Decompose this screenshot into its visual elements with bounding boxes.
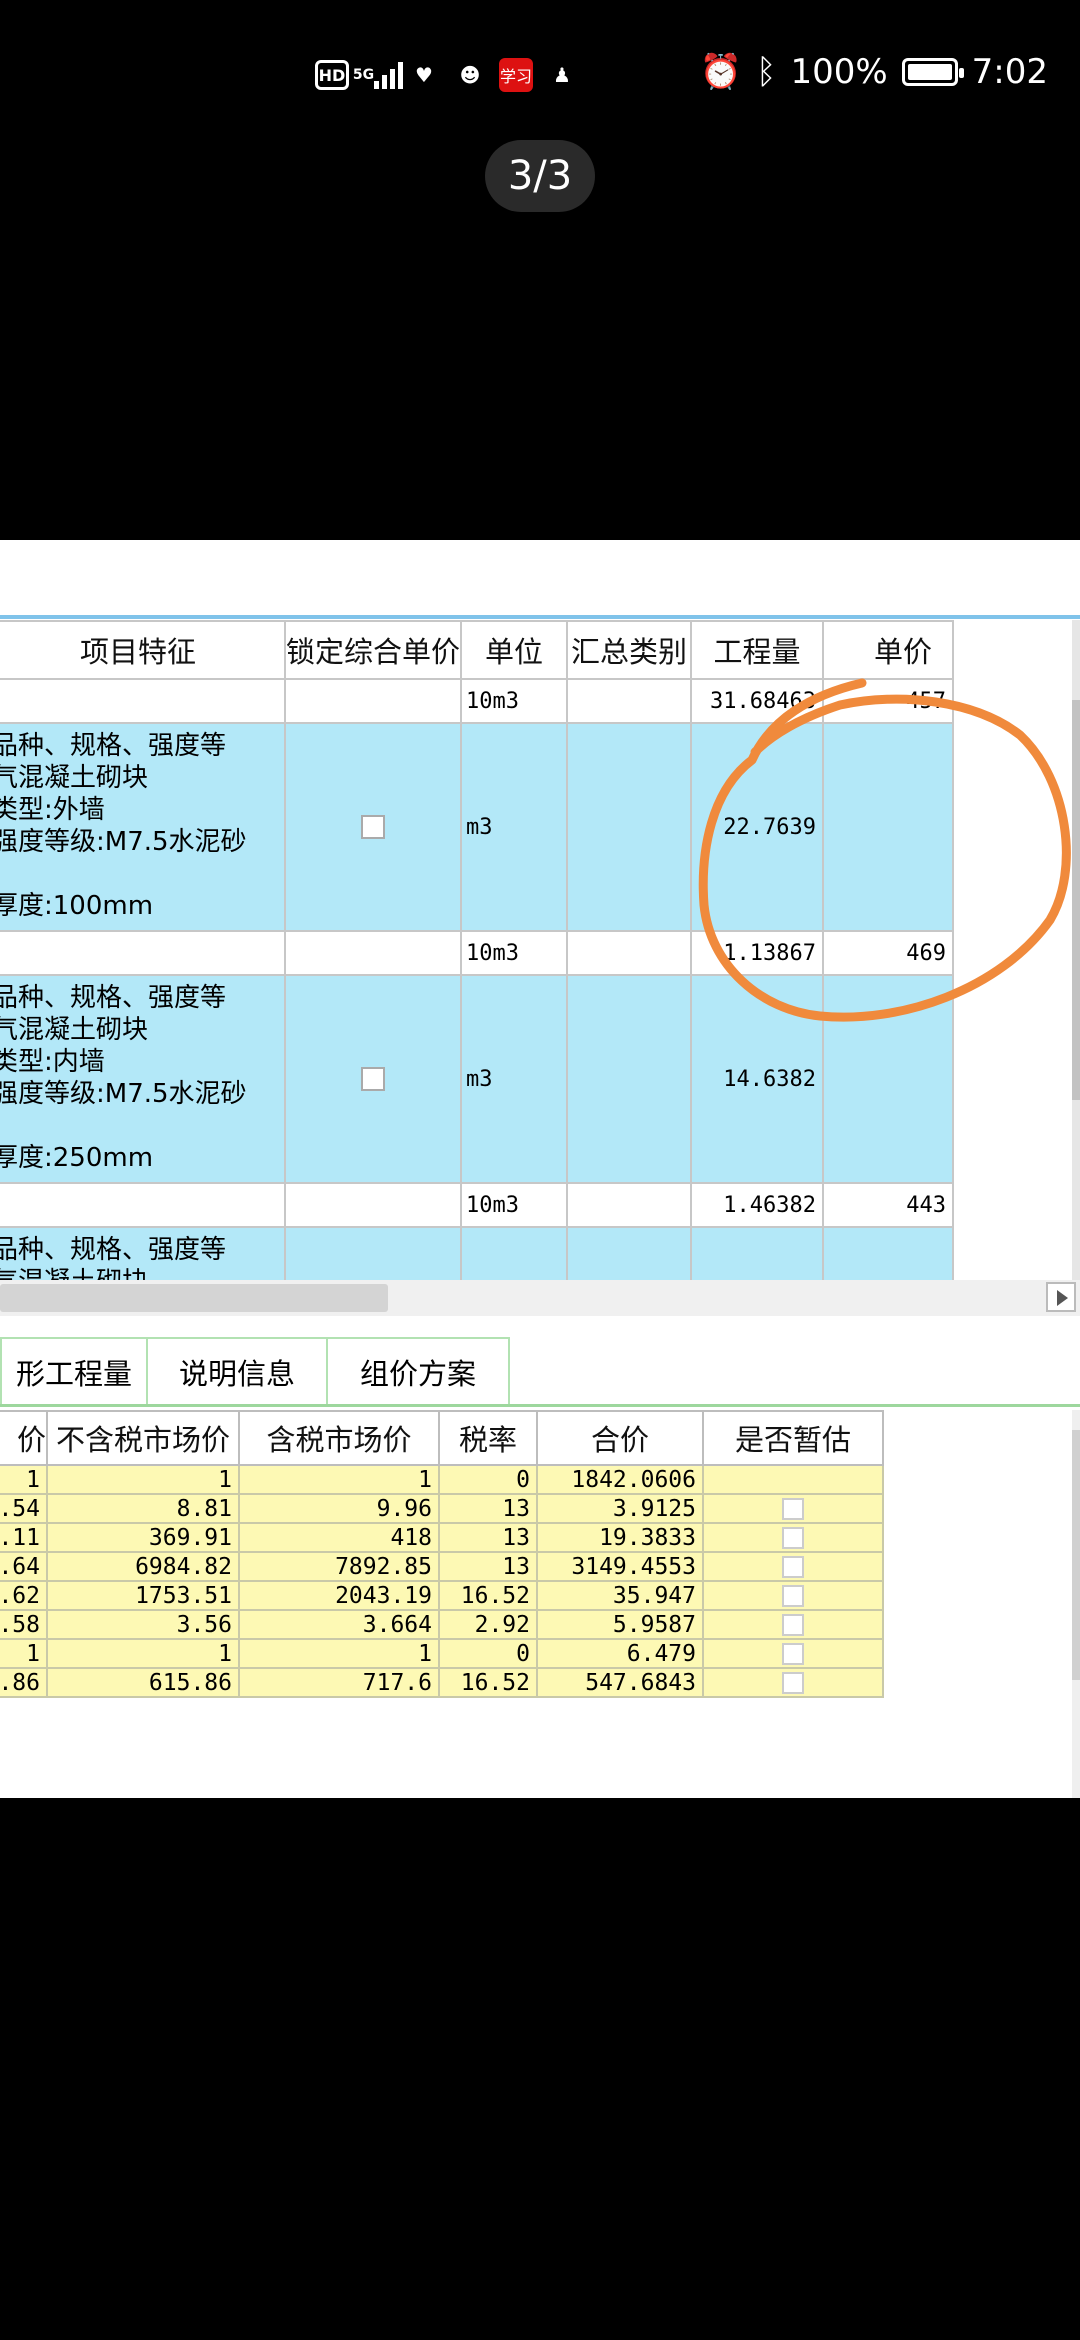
hand-drawn-circle-annotation — [698, 678, 1071, 1022]
